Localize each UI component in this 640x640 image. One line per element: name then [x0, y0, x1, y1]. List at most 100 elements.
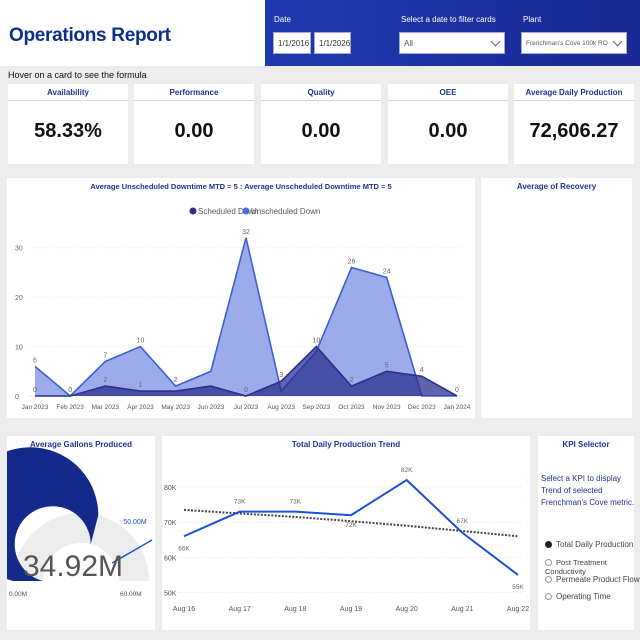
data-label: 1	[139, 382, 143, 389]
divider	[134, 100, 254, 101]
date-filter-dropdown[interactable]: All	[399, 32, 505, 54]
x-tick-label: Aug 16	[173, 606, 195, 613]
divider	[261, 100, 381, 101]
x-tick-label: Aug 20	[396, 606, 418, 613]
production-trend-panel: Total Daily Production Trend 50K 60K 70K 80…	[162, 436, 530, 630]
recovery-title: Average of Recovery	[516, 182, 597, 191]
data-label: 55K	[512, 584, 524, 591]
data-label: 73K	[290, 499, 302, 506]
plant-label: Plant	[523, 15, 542, 24]
legend-label-unscheduled: Unscheduled Down	[251, 207, 320, 216]
data-label: 10	[137, 338, 145, 345]
data-label: 67K	[457, 518, 469, 525]
production-trend-chart: 50K 60K 70K 80K Aug 16 Aug 17 Aug 18 Aug 19 Aug …	[164, 467, 529, 613]
y-tick-label: 10	[15, 345, 23, 352]
kpi-option-post-treatment-conductivity[interactable]: Post Treatment Conductivity	[545, 558, 640, 576]
kpi-option-operating-time[interactable]: Operating Time	[545, 592, 611, 601]
x-tick-label: Aug 19	[340, 606, 362, 613]
card-title: OEE	[439, 88, 457, 97]
data-label: 2	[350, 377, 354, 384]
card-title: Quality	[307, 88, 335, 97]
card-title: Average Daily Production	[525, 88, 623, 97]
filter-bar: Date 1/1/2016 1/1/2026 Select a date to …	[265, 0, 640, 66]
data-label: 32	[242, 229, 250, 236]
data-label: 3	[279, 372, 283, 379]
x-tick-label: Feb 2023	[56, 404, 84, 411]
recovery-panel: Average of Recovery	[481, 178, 632, 418]
date-label: Date	[274, 15, 291, 24]
y-tick-label: 70K	[164, 520, 177, 527]
kpi-option-label: Permeate Product Flow	[556, 575, 640, 584]
x-tick-label: Sep 2023	[302, 404, 330, 411]
radio-selected-icon	[545, 541, 552, 548]
data-label: 0	[68, 387, 72, 394]
date-filter-value: All	[404, 39, 413, 48]
x-tick-label: Apr 2023	[127, 404, 154, 411]
date-start-input[interactable]: 1/1/2016	[273, 32, 311, 54]
x-tick-label: Jul 2023	[234, 404, 259, 411]
y-tick-label: 20	[15, 295, 23, 302]
filter-label: Select a date to filter cards	[401, 15, 496, 24]
downtime-chart: Scheduled Down Unscheduled Down 0102030J…	[15, 207, 471, 411]
y-tick-label: 60K	[164, 555, 177, 562]
avg-daily-production-card[interactable]: Average Daily Production 72,606.27	[514, 84, 634, 164]
data-label: 0	[244, 387, 248, 394]
chevron-down-icon	[612, 36, 623, 47]
kpi-option-permeate-product-flow[interactable]: Permeate Product Flow	[545, 575, 640, 584]
gauge-target-label: 50.00M	[123, 519, 147, 526]
gallons-panel: Average Gallons Produced 50.00M 34.92M 0…	[7, 436, 155, 630]
legend-swatch-unscheduled	[242, 207, 250, 215]
y-tick-label: 50K	[164, 590, 177, 597]
legend-swatch-scheduled	[189, 207, 197, 215]
radio-icon	[545, 593, 552, 600]
x-tick-label: May 2023	[161, 404, 190, 411]
data-label: 7	[103, 352, 107, 359]
x-tick-label: Aug 18	[284, 606, 306, 613]
x-tick-label: Jan 2024	[444, 404, 471, 411]
plant-dropdown[interactable]: Frenchman's Cove 100k RO	[521, 32, 627, 54]
x-tick-label: Jun 2023	[197, 404, 224, 411]
x-tick-label: Nov 2023	[373, 404, 401, 411]
x-tick-label: Oct 2023	[338, 404, 365, 411]
card-value: 72,606.27	[529, 120, 619, 142]
hint-text: Hover on a card to see the formula	[8, 70, 147, 80]
y-tick-label: 80K	[164, 485, 177, 492]
performance-card[interactable]: Performance 0.00	[134, 84, 254, 164]
data-label: 26	[348, 258, 356, 265]
kpi-option-label: Post Treatment Conductivity	[545, 558, 607, 576]
x-tick-label: Aug 2023	[267, 404, 295, 411]
card-value: 0.00	[174, 120, 214, 142]
x-tick-label: Dec 2023	[408, 404, 436, 411]
data-label: 5	[385, 362, 389, 369]
quality-card[interactable]: Quality 0.00	[261, 84, 381, 164]
gauge-value: 34.92M	[23, 550, 123, 583]
data-label: 24	[383, 268, 391, 275]
kpi-option-total-daily-production[interactable]: Total Daily Production	[545, 540, 633, 549]
card-value: 58.33%	[34, 120, 102, 142]
oee-card[interactable]: OEE 0.00	[388, 84, 508, 164]
card-title: Availability	[47, 88, 89, 97]
x-tick-label: Aug 17	[229, 606, 251, 613]
x-tick-label: Aug 22	[507, 606, 529, 613]
plant-value: Frenchman's Cove 100k RO	[526, 40, 608, 47]
data-label: 66K	[178, 545, 190, 552]
date-end-input[interactable]: 1/1/2026	[314, 32, 351, 54]
card-value: 0.00	[301, 120, 341, 142]
availability-card[interactable]: Availability 58.33%	[8, 84, 128, 164]
downtime-chart-panel: Average Unscheduled Downtime MTD = 5 : A…	[7, 178, 475, 418]
data-label: 4	[420, 367, 424, 374]
radio-icon	[545, 576, 552, 583]
x-tick-label: Jan 2023	[22, 404, 49, 411]
data-label: 0	[33, 387, 37, 394]
data-label: 2	[174, 377, 178, 384]
data-label: 82K	[401, 467, 413, 474]
y-tick-label: 30	[15, 246, 23, 253]
kpi-title: KPI Selector	[562, 440, 610, 449]
x-tick-label: Aug 21	[451, 606, 473, 613]
gallons-gauge: 50.00M 34.92M 0.00M 60.00M	[7, 447, 153, 598]
card-title: Performance	[169, 88, 219, 97]
card-value: 0.00	[428, 120, 468, 142]
y-tick-label: 0	[15, 394, 19, 401]
divider	[388, 100, 508, 101]
kpi-description: Select a KPI to display Trend of selecte…	[541, 474, 635, 507]
